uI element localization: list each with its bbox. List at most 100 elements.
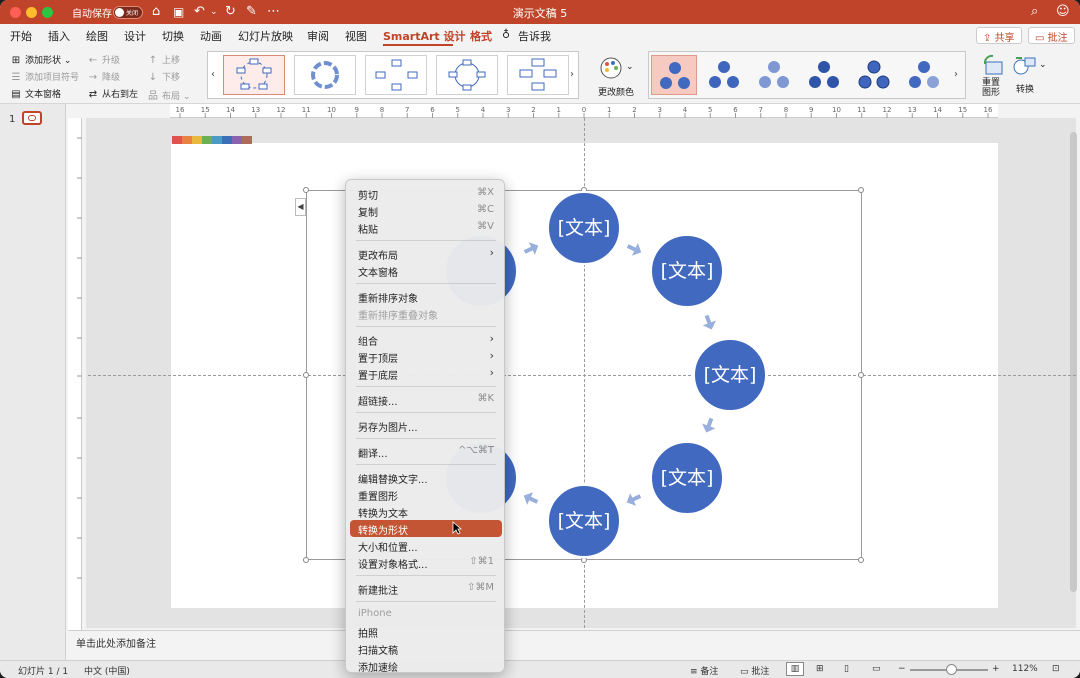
layout-button[interactable]: 品布局 ⌄	[147, 87, 190, 102]
comments-toggle-button[interactable]: ▭ 批注	[740, 664, 769, 677]
context-menu-item[interactable]: 另存为图片...	[350, 417, 502, 434]
tab-insert[interactable]: 插入	[48, 28, 70, 44]
zoom-in-icon[interactable]: +	[992, 664, 1000, 674]
text-pane-button[interactable]: ▤ 文本窗格	[10, 87, 61, 100]
cycle-arrow-1[interactable]	[522, 240, 540, 258]
context-menu-item[interactable]: 添加速绘	[350, 657, 502, 674]
gallery-right-arrow-icon[interactable]: ›	[570, 69, 574, 80]
slide-thumbnail[interactable]	[22, 111, 42, 125]
zoom-slider[interactable]	[910, 664, 988, 675]
layout-thumb-cycle-5[interactable]	[507, 55, 569, 95]
resize-handle-tr[interactable]	[858, 187, 864, 193]
tab-transitions[interactable]: 切换	[162, 28, 184, 44]
resize-handle-ml[interactable]	[303, 372, 309, 378]
style-thumb-6[interactable]	[901, 55, 947, 95]
resize-handle-tl[interactable]	[303, 187, 309, 193]
smartart-node-upper-right[interactable]: [文本]	[650, 234, 724, 308]
search-icon[interactable]: ⌕	[1031, 4, 1038, 20]
context-menu-item[interactable]: 重置图形	[350, 486, 502, 503]
cycle-arrow-5[interactable]	[625, 490, 643, 508]
add-shape-button[interactable]: ⊞ 添加形状 ⌄	[10, 53, 72, 66]
notes-pane[interactable]: 单击此处添加备注	[68, 630, 1080, 660]
context-menu-item[interactable]: 文本窗格	[350, 262, 502, 279]
tab-smartart-design[interactable]: SmartArt 设计	[383, 28, 466, 44]
account-icon[interactable]: ☺	[1056, 4, 1070, 20]
promote-button[interactable]: ← 升级	[87, 53, 120, 66]
smartart-node-top[interactable]: [文本]	[547, 191, 621, 265]
cycle-arrow-2[interactable]	[625, 240, 643, 258]
context-menu-item[interactable]: 翻译... ^⌥⌘T	[350, 443, 502, 460]
context-menu-item[interactable]: 扫描文稿	[350, 640, 502, 657]
smartart-node-lower-right[interactable]: [文本]	[650, 441, 724, 515]
style-thumb-2[interactable]	[701, 55, 747, 95]
zoom-level[interactable]: 112%	[1012, 664, 1038, 674]
resize-handle-br[interactable]	[858, 557, 864, 563]
add-bullet-button[interactable]: ☰ 添加项目符号	[10, 70, 80, 83]
context-menu-item[interactable]: 超链接... ⌘K	[350, 391, 502, 408]
right-to-left-button[interactable]: ⇄ 从右到左	[87, 87, 138, 100]
resize-handle-mr[interactable]	[858, 372, 864, 378]
normal-view-icon[interactable]: ▥	[786, 662, 804, 676]
layout-thumb-cycle-1[interactable]	[223, 55, 285, 95]
vertical-scrollbar[interactable]	[1070, 132, 1077, 592]
slide-number: 1	[9, 114, 16, 125]
cycle-arrow-4[interactable]	[700, 416, 718, 434]
styles-right-arrow-icon[interactable]: ›	[954, 69, 958, 80]
context-menu-item[interactable]: 大小和位置...	[350, 537, 502, 554]
context-menu-item[interactable]: 置于底层 ›	[350, 365, 502, 382]
share-button[interactable]: ⇪ 共享	[976, 27, 1022, 44]
style-thumb-5[interactable]	[851, 55, 897, 95]
tab-review[interactable]: 审阅	[307, 28, 329, 44]
context-menu-item[interactable]: 编辑替换文字...	[350, 469, 502, 486]
smartart-node-bottom[interactable]: [文本]	[547, 484, 621, 558]
tab-draw[interactable]: 绘图	[86, 28, 108, 44]
context-menu-item[interactable]: 更改布局 ›	[350, 245, 502, 262]
convert-button[interactable]: ⌄ 转换	[1010, 52, 1047, 102]
cycle-arrow-3[interactable]	[700, 313, 718, 331]
context-menu-item[interactable]: 设置对象格式... ⇧⌘1	[350, 554, 502, 571]
tab-slideshow[interactable]: 幻灯片放映	[238, 28, 293, 44]
smartart-node-right[interactable]: [文本]	[693, 338, 767, 412]
context-menu-item[interactable]: 粘贴 ⌘V	[350, 219, 502, 236]
resize-handle-bl[interactable]	[303, 557, 309, 563]
text-pane-toggle-icon[interactable]: ◀	[295, 198, 306, 216]
change-colors-button[interactable]: ⌄ 更改颜色	[596, 52, 640, 98]
tab-format[interactable]: 格式	[470, 28, 492, 44]
tab-tell-me[interactable]: 告诉我	[518, 28, 551, 44]
style-thumb-3[interactable]	[751, 55, 797, 95]
style-thumb-1[interactable]	[651, 55, 697, 95]
slide-sorter-icon[interactable]: ⊞	[816, 664, 824, 674]
gallery-left-arrow-icon[interactable]: ‹	[211, 69, 215, 80]
move-up-button[interactable]: ↑ 上移	[147, 53, 180, 66]
context-menu-item[interactable]: 剪切 ⌘X	[350, 185, 502, 202]
context-menu-item[interactable]: 复制 ⌘C	[350, 202, 502, 219]
comment-button[interactable]: ▭ 批注	[1028, 27, 1075, 44]
context-menu-item[interactable]: 组合 ›	[350, 331, 502, 348]
context-menu-item[interactable]: 置于顶层 ›	[350, 348, 502, 365]
ruler-label: 12	[883, 106, 892, 114]
context-menu-item[interactable]: 转换为文本	[350, 503, 502, 520]
context-menu-item[interactable]: 拍照	[350, 623, 502, 640]
demote-button[interactable]: → 降级	[87, 70, 120, 83]
tab-design[interactable]: 设计	[124, 28, 146, 44]
context-menu-item[interactable]: 新建批注 ⇧⌘M	[350, 580, 502, 597]
zoom-out-icon[interactable]: −	[898, 664, 906, 674]
slideshow-view-icon[interactable]: ▭	[872, 664, 881, 674]
zoom-slider-knob[interactable]	[945, 664, 957, 675]
tab-view[interactable]: 视图	[345, 28, 367, 44]
language-indicator[interactable]: 中文 (中国)	[84, 664, 130, 677]
cycle-arrow-6[interactable]	[522, 490, 540, 508]
reading-view-icon[interactable]: ▯	[844, 664, 849, 674]
context-menu-item[interactable]: 转换为形状	[350, 520, 502, 537]
style-thumb-4[interactable]	[801, 55, 847, 95]
layout-thumb-cycle-3[interactable]	[365, 55, 427, 95]
context-menu-item[interactable]: 重新排序对象	[350, 288, 502, 305]
fit-slide-icon[interactable]: ⊡	[1052, 664, 1060, 674]
reset-graphic-button[interactable]: 重置图形	[978, 52, 1008, 102]
tab-home[interactable]: 开始	[10, 28, 32, 44]
layout-thumb-cycle-4[interactable]	[436, 55, 498, 95]
move-down-button[interactable]: ↓ 下移	[147, 70, 180, 83]
layout-thumb-cycle-2[interactable]	[294, 55, 356, 95]
tab-animations[interactable]: 动画	[200, 28, 222, 44]
notes-toggle-button[interactable]: ≡ 备注	[690, 664, 718, 677]
